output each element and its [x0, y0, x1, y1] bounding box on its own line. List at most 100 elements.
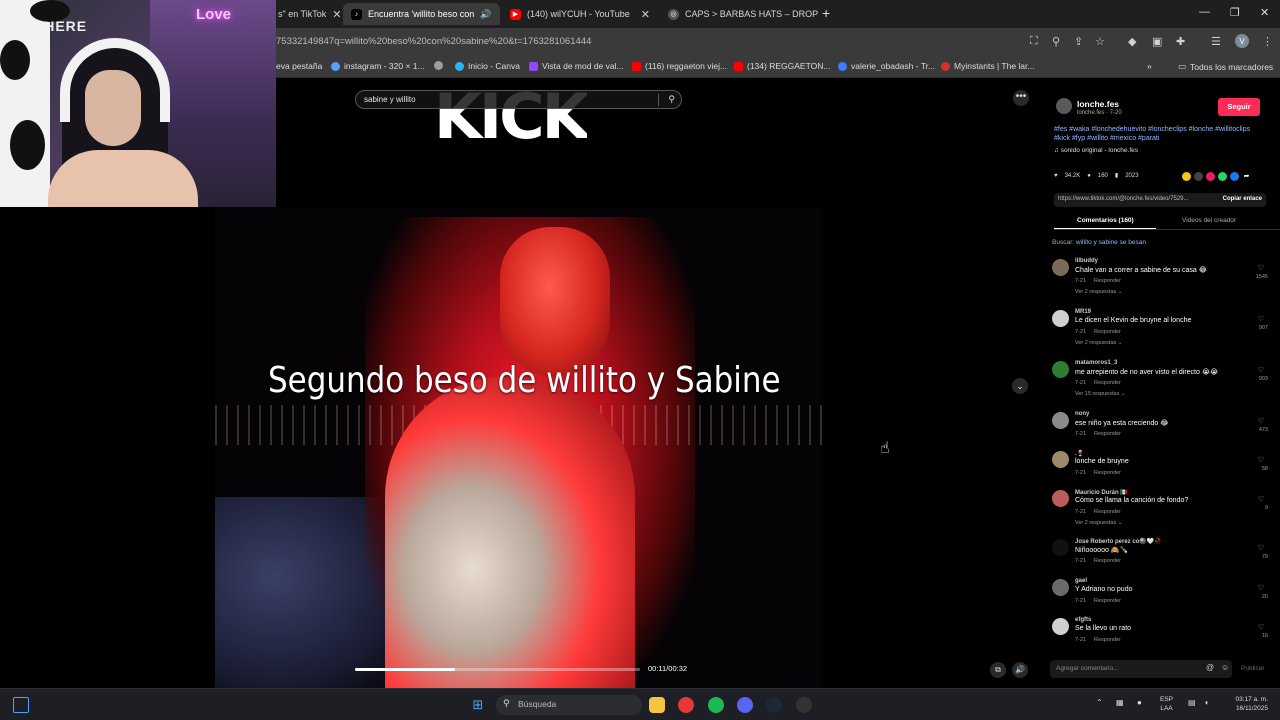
comment-icon[interactable]: ●	[1087, 173, 1091, 179]
tab-encuentra[interactable]: ♪ Encuentra 'willito beso con 🔊 ✕	[343, 3, 500, 25]
bookmark-item[interactable]: instagram - 320 × 1...	[331, 61, 425, 71]
bookmarks-overflow-icon[interactable]: »	[1147, 61, 1152, 71]
heart-icon[interactable]: ♡	[1258, 417, 1264, 425]
commenter-avatar[interactable]	[1052, 259, 1069, 276]
heart-icon[interactable]: ♡	[1258, 623, 1264, 631]
close-icon[interactable]: ✕	[332, 8, 341, 21]
commenter-avatar[interactable]	[1052, 310, 1069, 327]
mention-icon[interactable]: @	[1206, 663, 1214, 672]
commenter-avatar[interactable]	[1052, 579, 1069, 596]
clock[interactable]: 03:17 a. m. 16/11/2025	[1222, 695, 1268, 713]
network-icon[interactable]: ▤	[1188, 698, 1196, 707]
pip-icon[interactable]: ⧉	[990, 662, 1006, 678]
tray-overflow-icon[interactable]: ⌃	[1096, 698, 1103, 707]
translate-icon[interactable]: ⛶	[1030, 35, 1038, 48]
close-icon[interactable]: ✕	[641, 8, 650, 21]
heart-icon[interactable]: ♡	[1258, 495, 1264, 503]
commenter-avatar[interactable]	[1052, 539, 1069, 556]
chrome-icon[interactable]	[678, 697, 694, 713]
reply-button[interactable]: Responder	[1094, 598, 1121, 604]
speaker-icon[interactable]: 🔊	[480, 9, 491, 20]
tray-app-icon[interactable]: ▦	[1116, 698, 1124, 707]
commenter-avatar[interactable]	[1052, 618, 1069, 635]
tab-comments[interactable]: Comentarios (160)	[1077, 217, 1134, 224]
post-hashtags[interactable]: #fes #waka #lonchedehuevito #loncheclips…	[1054, 125, 1254, 143]
commenter-name[interactable]: nony	[1075, 411, 1089, 417]
task-view-icon[interactable]	[13, 697, 29, 713]
bookmark-item[interactable]: (116) reggaeton viej...	[632, 61, 727, 71]
commenter-avatar[interactable]	[1052, 412, 1069, 429]
tab-tiktok-search[interactable]: s" en TikTok ✕	[270, 3, 342, 25]
heart-icon[interactable]: ♡	[1258, 366, 1264, 374]
file-explorer-icon[interactable]	[649, 697, 665, 713]
bookmark-item[interactable]: Vista de mod de val...	[529, 61, 624, 71]
commenter-avatar[interactable]	[1052, 451, 1069, 468]
windows-start-icon[interactable]: ⊞	[470, 697, 486, 713]
video-player[interactable]	[215, 207, 823, 688]
reply-button[interactable]: Responder	[1094, 637, 1121, 643]
heart-icon[interactable]: ♡	[1258, 584, 1264, 592]
commenter-name[interactable]: Jose Roberto perez co🎱🤍🥀	[1075, 538, 1162, 545]
spotify-icon[interactable]	[708, 697, 724, 713]
url-field[interactable]: 75332149847q=willito%20beso%20con%20sabi…	[276, 36, 591, 47]
taskbar-search[interactable]: ⚲ Búsqueda	[496, 695, 642, 715]
copy-link-button[interactable]: Copiar enlace	[1218, 196, 1262, 202]
bookmark-item[interactable]: eva pestaña	[276, 61, 322, 71]
close-window-icon[interactable]: ✕	[1260, 6, 1269, 19]
restore-icon[interactable]: ❐	[1230, 6, 1240, 19]
tab-creator-videos[interactable]: Videos del creador	[1182, 217, 1236, 224]
tab-youtube[interactable]: ▶ (140) wilYCUH - YouTube ✕	[502, 3, 658, 25]
reply-button[interactable]: Responder	[1094, 470, 1121, 476]
reply-button[interactable]: Responder	[1094, 431, 1121, 437]
minimize-icon[interactable]: —	[1199, 6, 1210, 18]
extension-diamond-icon[interactable]: ◆	[1128, 35, 1136, 48]
discord-icon[interactable]	[737, 697, 753, 713]
keyboard-language[interactable]: ESP LAA	[1160, 695, 1173, 713]
new-tab-button[interactable]: +	[822, 5, 830, 21]
search-suggestion[interactable]: Buscar: willito y sabine se besan	[1052, 239, 1146, 246]
commenter-name[interactable]: .🍷	[1075, 450, 1084, 457]
facebook-icon[interactable]	[1230, 172, 1239, 181]
search-icon[interactable]: ⚲	[668, 94, 675, 105]
creator-username[interactable]: lonche.fes	[1077, 99, 1119, 109]
tab-caps[interactable]: ◎ CAPS > BARBAS HATS – DROP ✕	[660, 3, 818, 25]
heart-icon[interactable]: ♡	[1258, 544, 1264, 552]
reply-button[interactable]: Responder	[1094, 278, 1121, 284]
commenter-avatar[interactable]	[1052, 361, 1069, 378]
reading-list-icon[interactable]: ☰	[1211, 35, 1221, 48]
bookmark-icon[interactable]: ▮	[1115, 172, 1118, 179]
view-replies-link[interactable]: Ver 2 respuestas ⌄	[1075, 340, 1122, 346]
bookmark-star-icon[interactable]: ☆	[1095, 35, 1105, 48]
view-replies-link[interactable]: Ver 2 respuestas ⌄	[1075, 289, 1122, 295]
commenter-name[interactable]: lilbuddy	[1075, 258, 1098, 264]
commenter-name[interactable]: MR19	[1075, 309, 1091, 315]
commenter-avatar[interactable]	[1052, 490, 1069, 507]
extension-box-icon[interactable]: ▣	[1152, 35, 1162, 48]
view-replies-link[interactable]: Ver 15 respuestas ⌄	[1075, 391, 1125, 397]
install-icon[interactable]: ⇪	[1074, 35, 1083, 48]
publish-button[interactable]: Publicar	[1241, 665, 1264, 672]
follow-button[interactable]: Seguir	[1218, 98, 1260, 116]
speaker-tray-icon[interactable]: ◖	[1204, 698, 1209, 707]
share-emoji-icon[interactable]	[1182, 172, 1191, 181]
commenter-name[interactable]: Mauricio Durán 🇲🇽	[1075, 489, 1128, 496]
commenter-name[interactable]: gael	[1075, 578, 1087, 584]
all-bookmarks[interactable]: ▭ Todos los marcadores	[1178, 61, 1273, 72]
reply-button[interactable]: Responder	[1094, 509, 1121, 515]
puzzle-icon[interactable]: ✚	[1176, 35, 1185, 48]
profile-avatar[interactable]: V	[1235, 34, 1249, 48]
bookmark-item[interactable]: Myinstants | The lar...	[941, 61, 1034, 71]
menu-dots-icon[interactable]: ⋮	[1262, 35, 1273, 48]
heart-icon[interactable]: ♡	[1258, 264, 1264, 272]
tray-mic-icon[interactable]: ●	[1137, 698, 1142, 707]
obs-icon[interactable]	[796, 697, 812, 713]
view-replies-link[interactable]: Ver 2 respuestas ⌄	[1075, 520, 1122, 526]
post-link[interactable]: https://www.tiktok.com/@lonche.fes/video…	[1054, 193, 1266, 207]
whatsapp-icon[interactable]	[1218, 172, 1227, 181]
post-sound[interactable]: ♫ sonido original - lonche.fes	[1054, 147, 1138, 154]
video-search-input[interactable]: sabine y willito ⚲	[355, 90, 682, 109]
commenter-name[interactable]: efgfts	[1075, 617, 1091, 623]
comment-input[interactable]: Agregar comentario...	[1050, 660, 1232, 678]
creator-avatar[interactable]	[1056, 98, 1072, 114]
reply-button[interactable]: Responder	[1094, 380, 1121, 386]
